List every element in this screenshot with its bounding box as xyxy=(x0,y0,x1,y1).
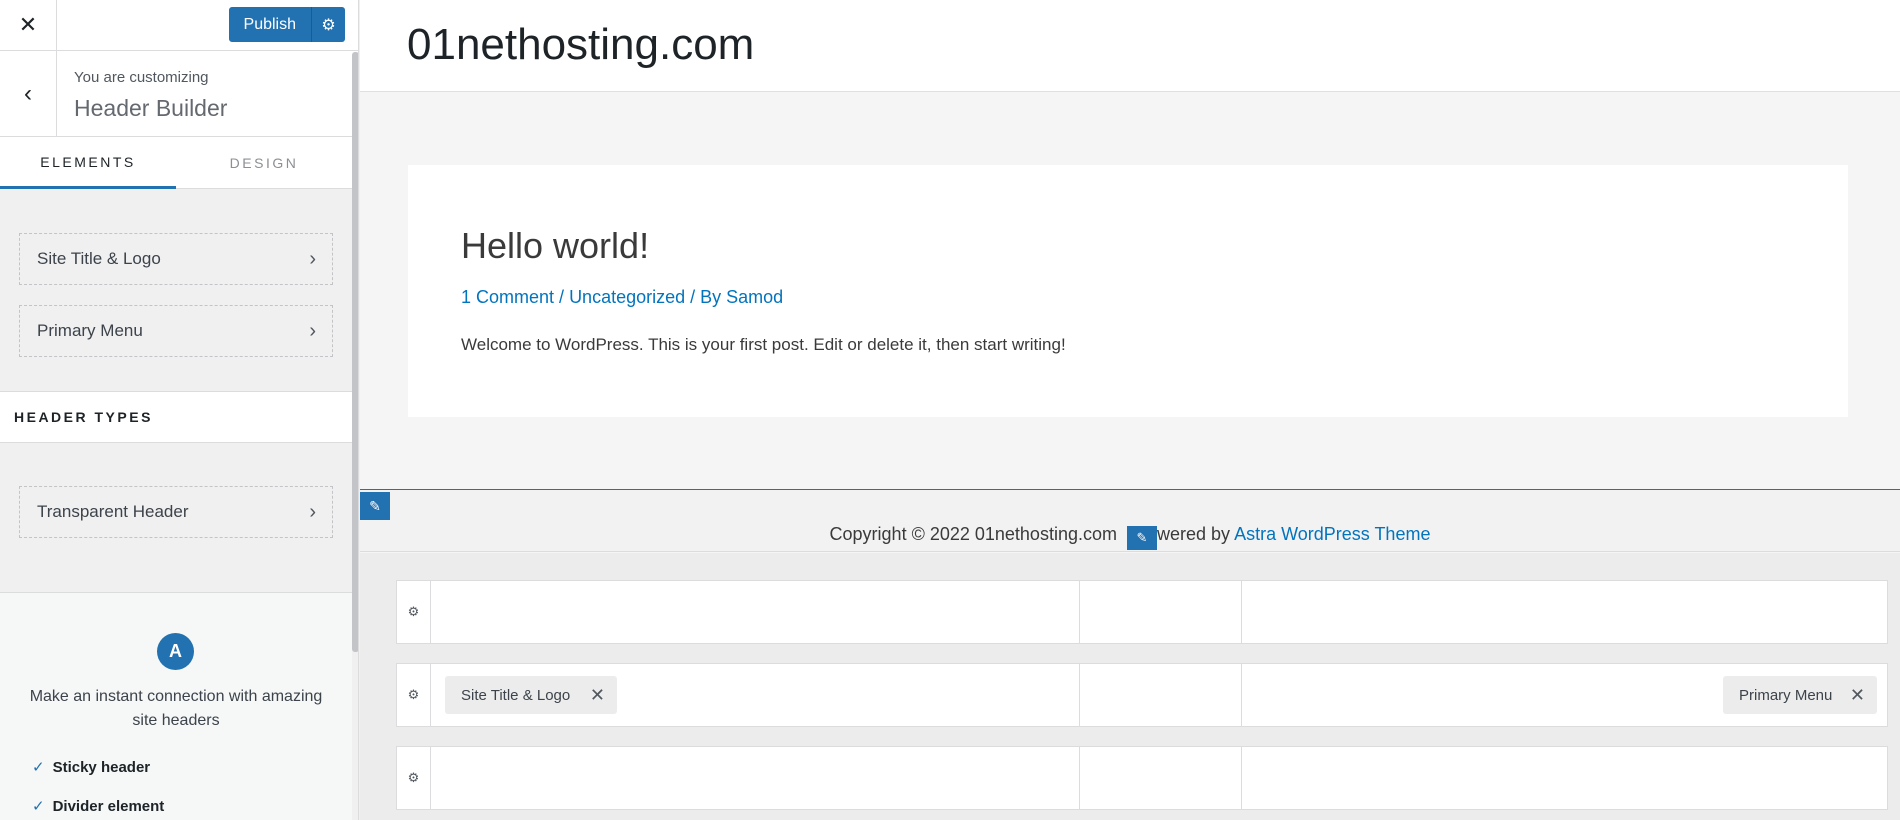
gear-icon: ⚙ xyxy=(407,770,420,785)
close-button[interactable]: ✕ xyxy=(0,0,57,50)
control-site-title-logo[interactable]: Site Title & Logo › xyxy=(19,233,333,285)
feature-label: Sticky header xyxy=(52,759,151,776)
remove-icon[interactable]: ✕ xyxy=(1850,685,1865,706)
footer-bar: ✎ Copyright © 2022 01nethosting.com were… xyxy=(360,489,1900,552)
builder-row-top: ⚙ xyxy=(396,580,1888,644)
gear-icon: ⚙ xyxy=(321,16,336,34)
meta-separator: / xyxy=(554,287,570,307)
check-icon: ✓ xyxy=(32,798,45,815)
row-settings-button[interactable]: ⚙ xyxy=(397,581,431,643)
chevron-right-icon: › xyxy=(309,320,316,342)
row-settings-button[interactable]: ⚙ xyxy=(397,747,431,809)
chip-label: Site Title & Logo xyxy=(461,686,571,704)
column-divider xyxy=(1079,664,1080,726)
pencil-icon: ✎ xyxy=(1136,530,1148,545)
check-icon: ✓ xyxy=(32,759,45,776)
control-label: Transparent Header xyxy=(37,502,189,521)
customizing-label: You are customizing xyxy=(74,69,209,86)
promo-feature: ✓ Sticky header xyxy=(32,758,150,776)
control-primary-menu[interactable]: Primary Menu › xyxy=(19,305,333,357)
powered-prefix: wered by xyxy=(1157,524,1231,544)
panel-tabs: ELEMENTS DESIGN xyxy=(0,137,358,189)
tab-design[interactable]: DESIGN xyxy=(176,137,352,189)
preview-header: 01nethosting.com xyxy=(360,0,1900,92)
chevron-right-icon: › xyxy=(309,501,316,523)
edit-footer-button[interactable]: ✎ xyxy=(360,492,390,520)
builder-row-bottom: ⚙ xyxy=(396,746,1888,810)
pencil-icon: ✎ xyxy=(369,497,381,514)
post-excerpt: Welcome to WordPress. This is your first… xyxy=(461,335,1066,354)
sidebar-scrollbar[interactable] xyxy=(352,52,358,652)
promo-text: Make an instant connection with amazing … xyxy=(29,688,323,729)
close-icon: ✕ xyxy=(18,12,38,37)
builder-row-middle: ⚙ Site Title & Logo ✕ Primary Menu ✕ xyxy=(396,663,1888,727)
chip-label: Primary Menu xyxy=(1739,686,1833,704)
comment-link[interactable]: 1 Comment xyxy=(461,287,554,307)
site-preview: 01nethosting.com Hello world! 1 Comment … xyxy=(360,0,1900,820)
back-button[interactable]: ‹ xyxy=(0,51,57,136)
promo-box: A Make an instant connection with amazin… xyxy=(0,592,352,820)
astra-theme-link[interactable]: Astra WordPress Theme xyxy=(1234,524,1430,544)
tab-elements[interactable]: ELEMENTS xyxy=(0,137,176,189)
chevron-left-icon: ‹ xyxy=(24,79,32,107)
builder-item-site-title-logo[interactable]: Site Title & Logo ✕ xyxy=(445,676,617,714)
edit-copyright-button[interactable]: ✎ xyxy=(1127,526,1157,550)
post-meta: 1 Comment / Uncategorized / By Samod xyxy=(461,287,783,308)
post-card: Hello world! 1 Comment / Uncategorized /… xyxy=(408,165,1848,417)
site-title[interactable]: 01nethosting.com xyxy=(407,20,754,70)
column-divider xyxy=(1079,747,1080,809)
publish-group: Publish ⚙ xyxy=(228,7,345,42)
astra-logo-icon: A xyxy=(157,633,194,670)
feature-label: Divider element xyxy=(52,798,165,815)
builder-item-primary-menu[interactable]: Primary Menu ✕ xyxy=(1723,676,1877,714)
chevron-right-icon: › xyxy=(309,248,316,270)
post-title[interactable]: Hello world! xyxy=(461,225,649,267)
publish-settings-button[interactable]: ⚙ xyxy=(311,7,345,42)
column-divider xyxy=(1241,664,1242,726)
publish-button[interactable]: Publish xyxy=(228,7,311,42)
copyright-text: Copyright © 2022 01nethosting.com xyxy=(829,524,1117,544)
author-link[interactable]: Samod xyxy=(726,287,783,307)
gear-icon: ⚙ xyxy=(407,604,420,619)
logo-letter: A xyxy=(169,641,182,661)
column-divider xyxy=(1079,581,1080,643)
section-header-types: HEADER TYPES xyxy=(0,391,352,443)
column-divider xyxy=(1241,747,1242,809)
row-settings-button[interactable]: ⚙ xyxy=(397,664,431,726)
control-label: Primary Menu xyxy=(37,321,143,340)
remove-icon[interactable]: ✕ xyxy=(590,685,605,706)
category-link[interactable]: Uncategorized xyxy=(569,287,685,307)
header-builder-grid: ⚙ ⚙ Site Title & Logo ✕ Primary Menu ✕ ⚙ xyxy=(360,553,1900,820)
control-label: Site Title & Logo xyxy=(37,249,161,268)
promo-feature: ✓ Divider element xyxy=(32,797,164,815)
control-transparent-header[interactable]: Transparent Header › xyxy=(19,486,333,538)
gear-icon: ⚙ xyxy=(407,687,420,702)
panel-title: Header Builder xyxy=(74,95,228,121)
column-divider xyxy=(1241,581,1242,643)
customizer-sidebar: ✕ Publish ⚙ ‹ You are customizing Header… xyxy=(0,0,359,820)
sidebar-topbar: ✕ Publish ⚙ xyxy=(0,0,358,51)
meta-separator: / By xyxy=(685,287,727,307)
customizer-info: ‹ You are customizing Header Builder xyxy=(0,51,358,137)
